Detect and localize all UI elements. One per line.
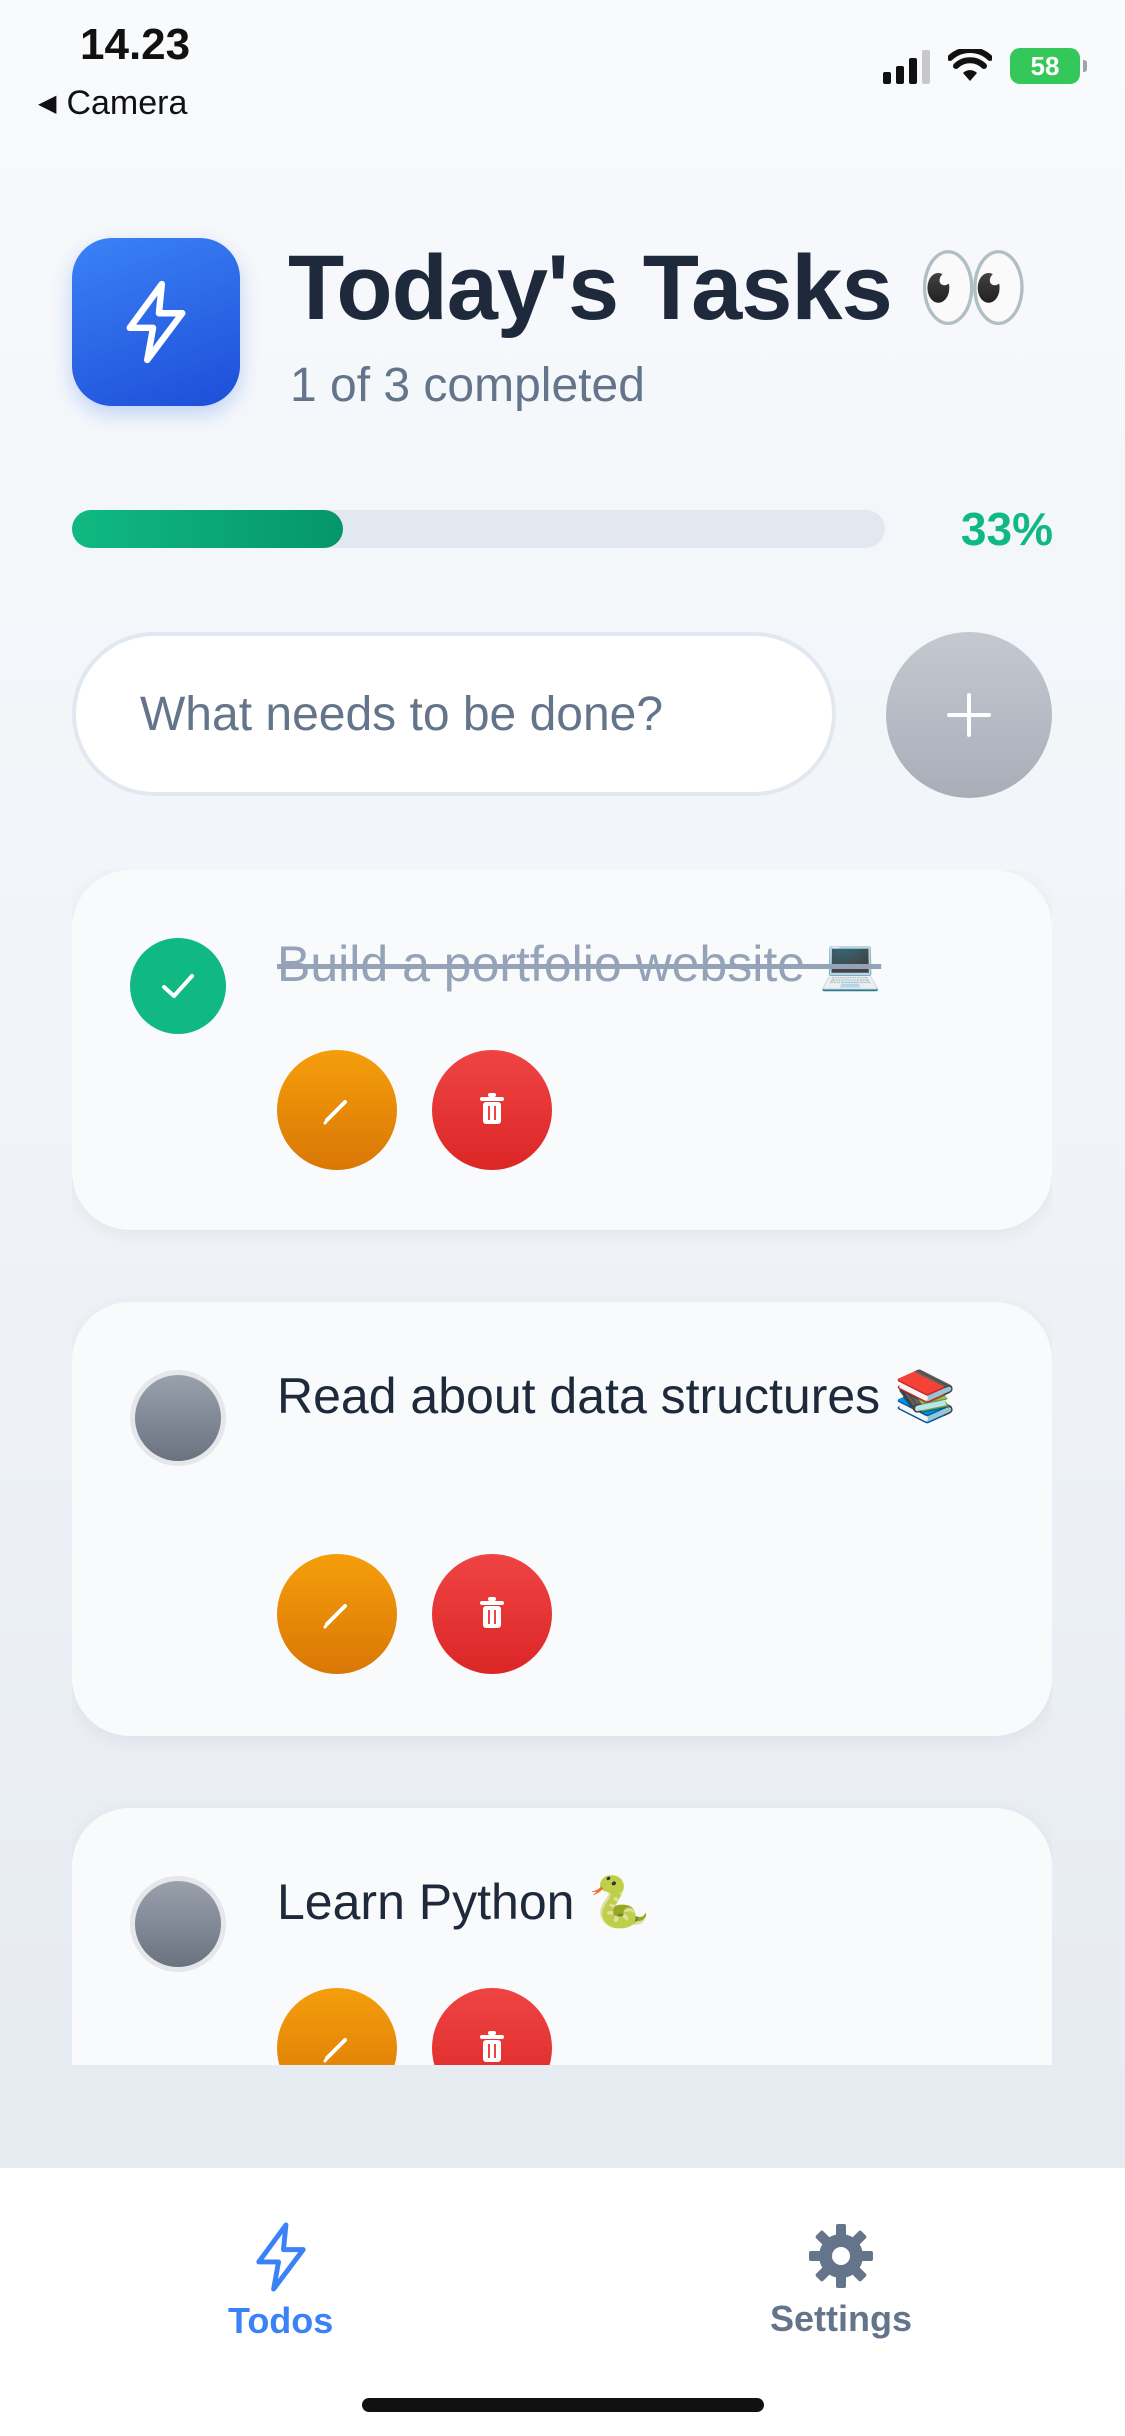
battery-level: 58: [1030, 50, 1060, 81]
progress-bar-fill: [72, 510, 343, 548]
delete-task-button[interactable]: [432, 1988, 552, 2065]
lightning-icon: [255, 2222, 306, 2292]
task-complete-checkbox[interactable]: [130, 1370, 226, 1466]
new-task-input[interactable]: [72, 632, 836, 796]
task-title: Build a portfolio website 💻: [277, 936, 882, 992]
back-triangle-icon: ◀: [38, 90, 57, 117]
checkmark-icon: [162, 974, 194, 998]
wifi-icon: [948, 49, 992, 81]
tab-todos-label: Todos: [228, 2300, 334, 2341]
delete-task-button[interactable]: [432, 1554, 552, 1674]
edit-task-button[interactable]: [277, 1050, 397, 1170]
page-title: Today's Tasks 👀: [288, 237, 1031, 339]
progress-bar: [72, 510, 885, 548]
tab-settings[interactable]: Settings: [770, 2220, 912, 2340]
pencil-icon: [323, 1604, 347, 1629]
gear-icon: [809, 2224, 873, 2288]
add-task-button[interactable]: [886, 632, 1052, 798]
status-time: 14.23: [80, 20, 191, 69]
lightning-icon: [126, 280, 186, 364]
task-card: Build a portfolio website 💻: [72, 870, 1052, 1230]
cellular-signal-icon: [883, 48, 930, 84]
bottom-tab-bar: Todos Settings: [0, 2168, 1125, 2436]
app-logo: [72, 238, 240, 406]
trash-icon: [480, 1597, 504, 1628]
plus-icon: [947, 693, 991, 737]
completion-summary: 1 of 3 completed: [290, 359, 645, 412]
edit-task-button[interactable]: [277, 1988, 397, 2065]
task-card: Learn Python 🐍: [72, 1808, 1052, 2065]
tab-todos[interactable]: Todos: [228, 2220, 333, 2342]
tab-settings-label: Settings: [770, 2298, 913, 2339]
task-complete-checkbox[interactable]: [130, 938, 226, 1034]
trash-icon: [480, 1093, 504, 1124]
task-list[interactable]: Build a portfolio website 💻 Read about d…: [72, 870, 1052, 2065]
delete-task-button[interactable]: [432, 1050, 552, 1170]
task-title: Read about data structures 📚: [277, 1368, 957, 1424]
back-app-label: Camera: [66, 84, 188, 122]
task-title: Learn Python 🐍: [277, 1874, 651, 1930]
status-indicators: 58: [883, 48, 1087, 84]
task-complete-checkbox[interactable]: [130, 1876, 226, 1972]
task-card: Read about data structures 📚: [72, 1302, 1052, 1736]
progress-percent: 33%: [960, 503, 1053, 555]
back-to-app-link[interactable]: ◀ Camera: [38, 84, 187, 123]
trash-icon: [480, 2031, 504, 2062]
pencil-icon: [323, 1100, 347, 1125]
pencil-icon: [323, 2038, 347, 2063]
home-indicator[interactable]: [362, 2398, 764, 2412]
edit-task-button[interactable]: [277, 1554, 397, 1674]
battery-icon: 58: [1010, 48, 1087, 84]
